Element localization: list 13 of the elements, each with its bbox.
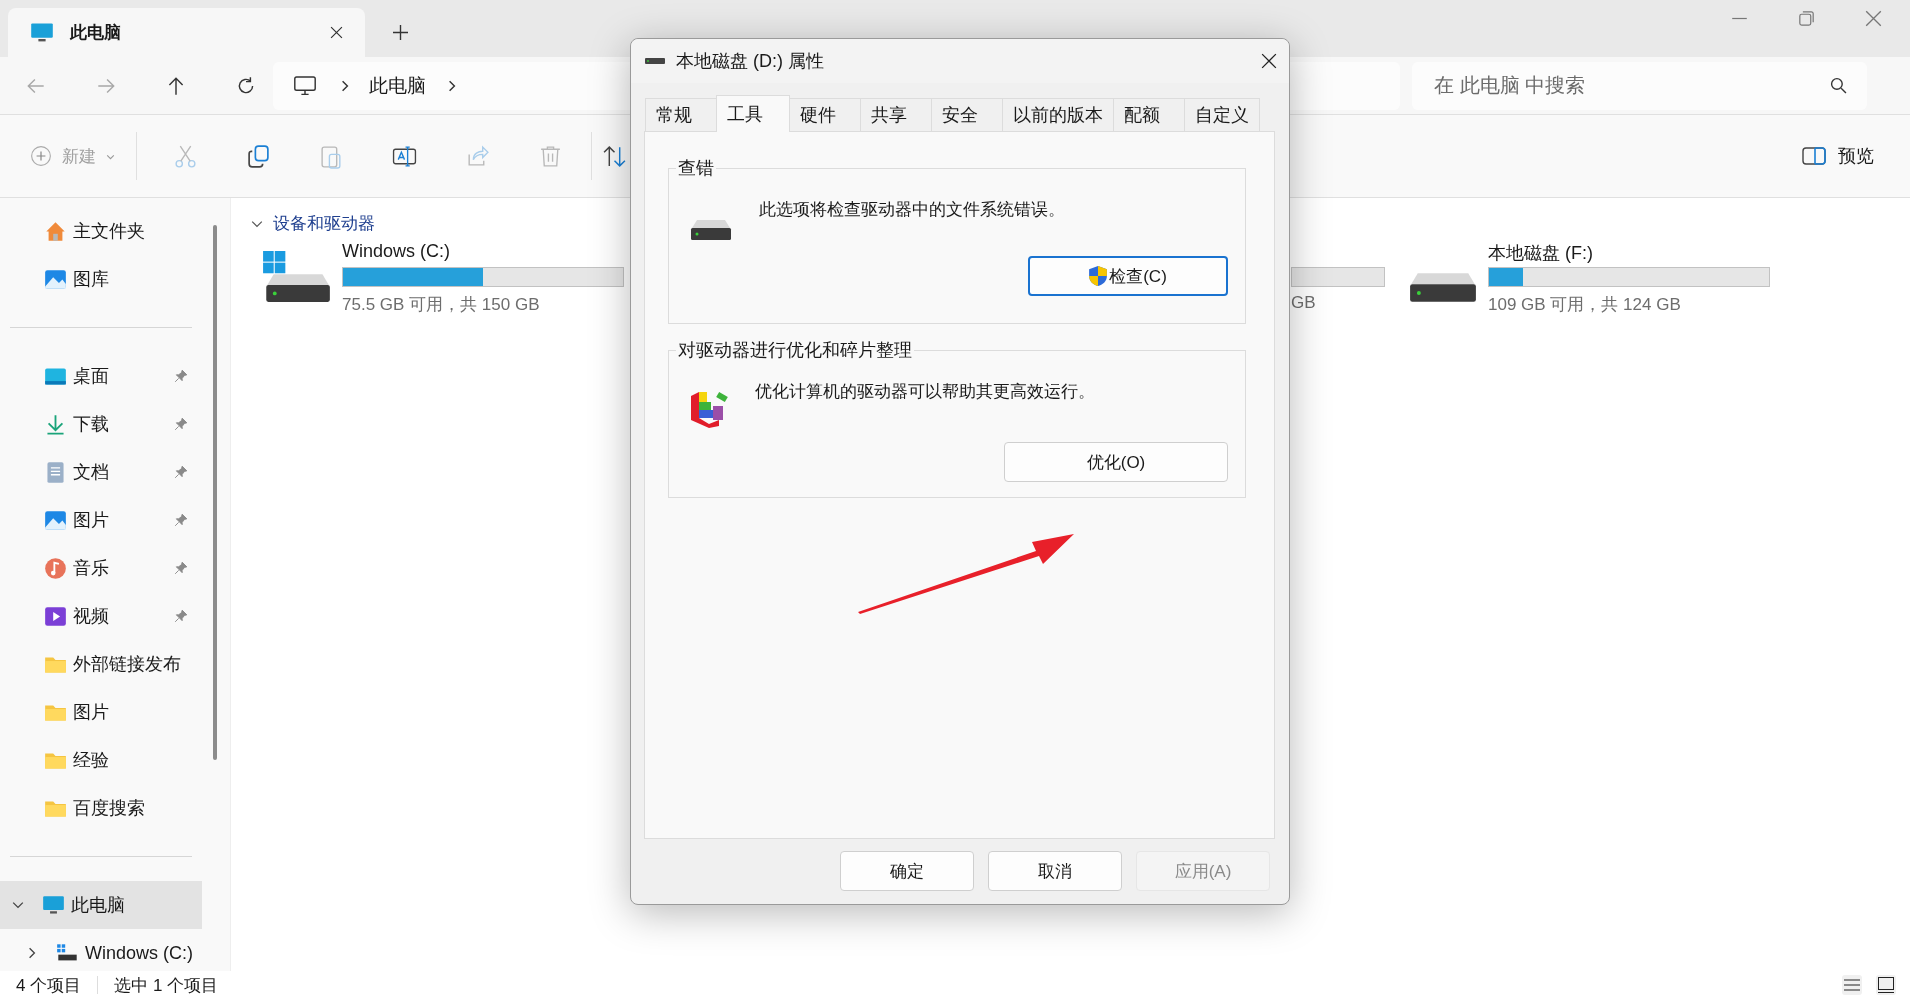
dialog-title: 本地磁盘 (D:) 属性	[676, 50, 825, 73]
drive-name: 本地磁盘 (F:)	[1488, 242, 1594, 265]
drive-space-text: GB	[1291, 293, 1317, 313]
group-title: 对驱动器进行优化和碎片整理	[677, 339, 913, 362]
status-text: 4 个项目	[16, 974, 82, 997]
description-text: 优化计算机的驱动器可以帮助其更高效运行。	[755, 381, 1095, 403]
drive-name: Windows (C:)	[342, 241, 451, 263]
group-title: 查错	[677, 157, 715, 180]
status-text: 选中 1 个项目	[114, 974, 219, 997]
drive-space-text: 75.5 GB 可用，共 150 GB	[342, 294, 541, 316]
drive-space-text: 109 GB 可用，共 124 GB	[1488, 294, 1682, 316]
tab-title: 此电脑	[70, 22, 122, 44]
description-text: 此选项将检查驱动器中的文件系统错误。	[759, 199, 1065, 221]
